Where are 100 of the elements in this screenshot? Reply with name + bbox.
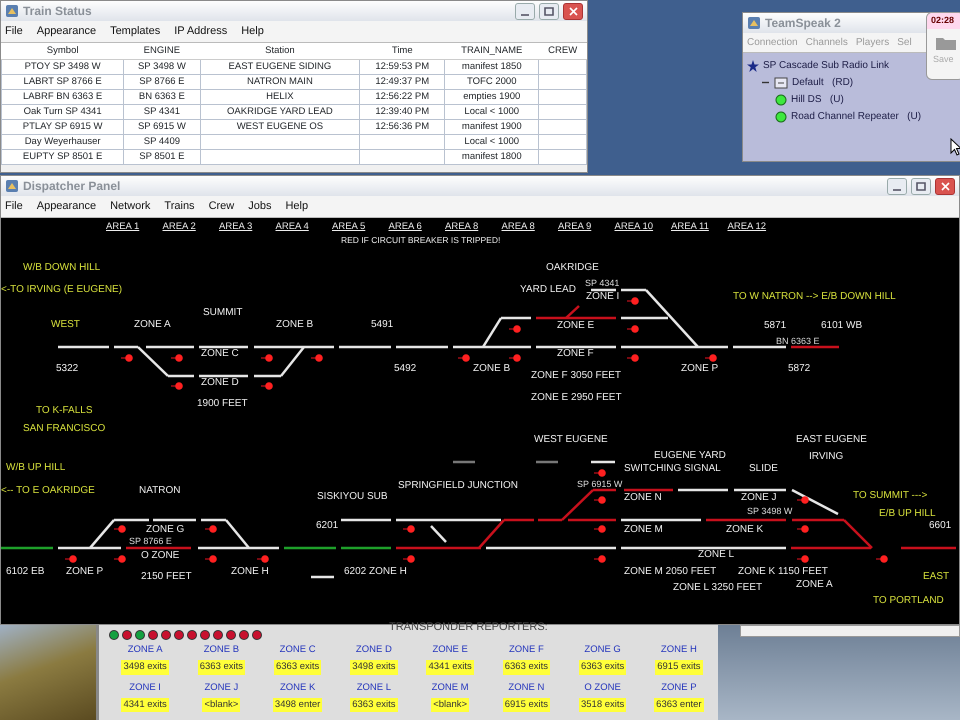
area-link[interactable]: AREA 4 bbox=[276, 220, 309, 234]
menu-item[interactable]: Network bbox=[110, 198, 150, 214]
table-cell: Local < 1000 bbox=[444, 104, 539, 120]
direction-label: TO SUMMIT ---> bbox=[853, 490, 928, 502]
area-link[interactable]: AREA 9 bbox=[558, 220, 592, 234]
track-label: EAST EUGENE bbox=[796, 434, 867, 446]
track-label: ZONE I bbox=[586, 290, 620, 302]
column-header: CREW bbox=[538, 42, 586, 60]
area-link[interactable]: AREA 6 bbox=[388, 220, 422, 234]
table-cell: OAKRIDGE YARD LEAD bbox=[200, 104, 360, 120]
track-label: 5492 bbox=[394, 362, 416, 374]
menu-item[interactable]: File bbox=[5, 23, 23, 40]
track-label: ZONE M bbox=[624, 524, 663, 536]
track-label: ZONE C bbox=[201, 348, 239, 360]
area-link[interactable]: AREA 8 bbox=[445, 220, 478, 234]
track-segment bbox=[199, 345, 248, 348]
menu-item[interactable]: IP Address bbox=[174, 23, 228, 40]
menu-item[interactable]: Appearance bbox=[36, 23, 96, 40]
zone-name: ZONE J bbox=[204, 680, 238, 694]
area-link[interactable]: AREA 11 bbox=[671, 220, 709, 234]
menu-item[interactable]: Appearance bbox=[36, 198, 96, 214]
table-cell: 12:39:40 PM bbox=[360, 104, 445, 120]
track-label: ZONE K bbox=[726, 524, 764, 536]
reporter-reading: 6915 exits bbox=[502, 698, 550, 712]
table-cell: SP 6915 W bbox=[124, 119, 200, 134]
minimize-button[interactable] bbox=[887, 178, 907, 194]
direction-label: WEST bbox=[51, 318, 80, 330]
reporter-reading: 6363 exits bbox=[274, 660, 322, 674]
area-link[interactable]: AREA 3 bbox=[219, 220, 252, 234]
area-link[interactable]: AREA 5 bbox=[332, 220, 366, 234]
area-link[interactable]: AREA 12 bbox=[728, 220, 766, 234]
area-link[interactable]: AREA 10 bbox=[614, 220, 654, 234]
menu-item[interactable]: Jobs bbox=[248, 198, 272, 214]
track-label: EUGENE YARD bbox=[654, 450, 726, 462]
direction-label: <-TO IRVING (E EUGENE) bbox=[1, 284, 122, 296]
close-button[interactable] bbox=[935, 178, 955, 194]
player-name[interactable]: Hill DS (U) bbox=[791, 92, 844, 107]
zone-name: ZONE H bbox=[660, 643, 697, 657]
column-header: TRAIN_NAME bbox=[444, 42, 539, 60]
track-label: YARD LEAD bbox=[520, 284, 576, 296]
reporter-reading: 3498 enter bbox=[272, 698, 322, 712]
track-segment bbox=[341, 518, 391, 521]
table-cell: SP 3498 W bbox=[124, 59, 200, 74]
track-label: IRVING bbox=[809, 450, 844, 462]
maximize-button[interactable] bbox=[539, 2, 559, 20]
menu-item[interactable]: Crew bbox=[208, 198, 234, 214]
track-label: 5322 bbox=[56, 362, 78, 374]
track-label: 6102 EB bbox=[6, 566, 44, 578]
track-segment bbox=[153, 518, 196, 521]
track-segment bbox=[58, 345, 109, 348]
track-label: 1900 FEET bbox=[197, 398, 248, 410]
area-link[interactable]: AREA 8 bbox=[502, 220, 535, 234]
breaker-notice: RED IF CIRCUIT BREAKER IS TRIPPED! bbox=[341, 234, 500, 246]
player-name[interactable]: Road Channel Repeater (U) bbox=[791, 109, 922, 124]
track-segment bbox=[733, 345, 786, 348]
direction-label: <-- TO E OAKRIDGE bbox=[1, 484, 95, 496]
minimize-button[interactable] bbox=[515, 2, 535, 20]
close-button[interactable] bbox=[563, 2, 583, 20]
app-icon bbox=[5, 179, 19, 193]
cursor-icon bbox=[950, 138, 960, 156]
track-label: ZONE G bbox=[146, 524, 184, 536]
window-title: Train Status bbox=[23, 3, 92, 20]
channel-icon bbox=[774, 76, 788, 88]
reporter-reading: 6363 exits bbox=[350, 698, 398, 712]
menu-item[interactable]: Help bbox=[241, 23, 264, 40]
channel-name[interactable]: Default (RD) bbox=[792, 75, 854, 90]
star-icon bbox=[747, 60, 759, 72]
table-cell: 12:59:53 PM bbox=[360, 59, 445, 74]
table-cell: SP 4341 bbox=[124, 104, 200, 120]
zone-name: ZONE N bbox=[508, 680, 544, 694]
zone-name: ZONE I bbox=[129, 680, 161, 694]
table-cell: Oak Turn SP 4341 bbox=[2, 104, 124, 120]
maximize-button[interactable] bbox=[911, 178, 931, 194]
track-label: ZONE F bbox=[557, 348, 594, 360]
menu-item[interactable]: Trains bbox=[164, 198, 195, 214]
zone-name: ZONE L bbox=[356, 680, 392, 694]
track-label: NATRON bbox=[139, 484, 180, 496]
track-segment bbox=[311, 575, 334, 578]
area-link[interactable]: AREA 1 bbox=[106, 220, 140, 234]
table-cell: WEST EUGENE OS bbox=[200, 119, 360, 134]
track-segment bbox=[624, 488, 673, 491]
track-segment bbox=[199, 374, 248, 377]
area-link[interactable]: AREA 2 bbox=[162, 220, 196, 234]
column-header: Time bbox=[360, 42, 445, 60]
track-segment bbox=[453, 460, 475, 463]
menu-item[interactable]: File bbox=[5, 198, 23, 214]
track-label: 2150 FEET bbox=[141, 570, 192, 582]
table-cell: 12:49:37 PM bbox=[360, 74, 445, 90]
menu-item[interactable]: Templates bbox=[110, 23, 160, 40]
track-label: WEST EUGENE bbox=[534, 434, 608, 446]
table-cell: empties 1900 bbox=[444, 89, 539, 104]
track-segment bbox=[430, 524, 447, 542]
track-label: ZONE E bbox=[557, 320, 594, 332]
direction-label: TO K-FALLS bbox=[36, 404, 93, 416]
menu-item[interactable]: Help bbox=[285, 198, 308, 214]
track-label: 5871 bbox=[764, 320, 786, 332]
track-segment bbox=[791, 488, 839, 515]
server-name[interactable]: SP Cascade Sub Radio Link bbox=[763, 58, 890, 73]
signal-lamp-icon[interactable] bbox=[797, 496, 809, 504]
track-segment bbox=[591, 288, 616, 291]
